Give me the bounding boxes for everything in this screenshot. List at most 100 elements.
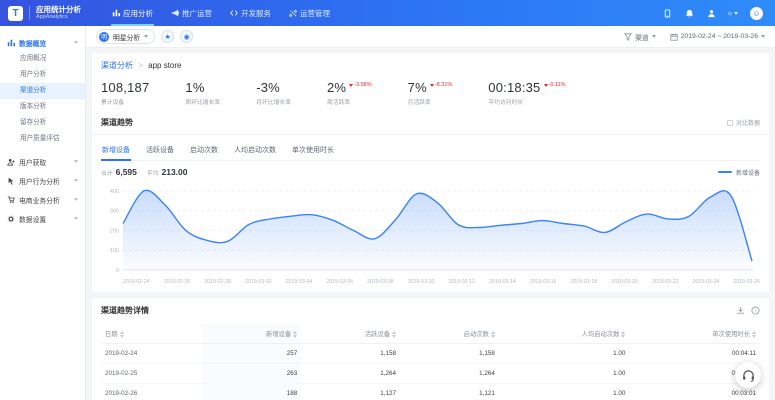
checkbox-icon <box>727 120 733 126</box>
compare-toggle[interactable]: ◉ <box>180 30 193 43</box>
x-axis-tick: 2019-03-18 <box>571 279 598 285</box>
trend-card: 渠道分析 > app store 108,187累计设备1%周环比增长率-3%月… <box>92 53 769 292</box>
trend-chart: 0100200300400 <box>101 181 756 273</box>
breadcrumb-parent[interactable]: 渠道分析 <box>101 61 133 70</box>
header-actions: ?☺ <box>662 7 763 20</box>
table-cell: 188 <box>202 384 301 400</box>
y-axis-tick: 400 <box>110 189 119 195</box>
column-header-人均启动次数[interactable]: 人均启动次数 <box>499 324 630 344</box>
nav-item-label: 推广运营 <box>182 8 212 19</box>
chevron-icon <box>74 41 78 44</box>
svg-text:?: ? <box>754 308 757 313</box>
tab-人均启动次数[interactable]: 人均启动次数 <box>233 142 277 160</box>
sidebar-item-渠道分析[interactable]: 渠道分析 <box>0 83 85 99</box>
triangle-down-icon <box>430 84 434 87</box>
sidebar-group-数据设置[interactable]: 数据设置 <box>0 210 85 227</box>
support-button[interactable] <box>735 362 761 388</box>
legend-label: 新增设备 <box>736 168 760 177</box>
table-cell: 263 <box>202 364 301 384</box>
channel-filter-label: 渠道 <box>635 32 649 42</box>
detail-card-head: 渠道趋势详情 ? <box>101 305 760 316</box>
metric-tabs: 新增设备活跃设备启动次数人均启动次数单次使用时长 <box>101 142 760 161</box>
tab-新增设备[interactable]: 新增设备 <box>101 142 131 160</box>
favorite-toggle[interactable]: ★ <box>161 30 174 43</box>
column-header-单次使用时长[interactable]: 单次使用时长 <box>629 324 760 344</box>
sidebar-group-label: 数据概览 <box>19 38 46 48</box>
gear-icon <box>7 215 15 223</box>
kpi-value: 2% <box>327 80 346 95</box>
mobile-icon-button[interactable] <box>662 8 672 18</box>
column-header-新增设备[interactable]: 新增设备 <box>202 324 301 344</box>
kpi-value-row: 108,187 <box>101 80 149 95</box>
x-axis-tick: 2019-03-10 <box>408 279 435 285</box>
y-axis-tick: 200 <box>110 228 119 234</box>
column-header-启动次数[interactable]: 启动次数 <box>400 324 499 344</box>
column-header-活跃设备[interactable]: 活跃设备 <box>301 324 400 344</box>
date-range-picker[interactable]: 2019-02-24 ~ 2019-03-26 <box>670 33 765 41</box>
kpi-label: 周环比增长率 <box>185 97 220 106</box>
sidebar-group-数据概览[interactable]: 数据概览 <box>0 34 85 51</box>
kpi-value-row: 7%-8.31% <box>408 80 453 95</box>
sidebar-item-用户分析[interactable]: 用户分析 <box>0 67 85 83</box>
detail-table-body: 2019-02-242571,1581,1581.0000:04:112019-… <box>101 344 760 400</box>
tab-活跃设备[interactable]: 活跃设备 <box>145 142 175 160</box>
sidebar-item-应用概况[interactable]: 应用概况 <box>0 51 85 67</box>
triangle-down-icon <box>349 84 353 87</box>
kpi-label: 周活跃率 <box>327 97 372 106</box>
megaphone-icon <box>171 9 179 17</box>
logo: T <box>8 6 23 21</box>
x-axis-tick: 2019-02-26 <box>164 279 191 285</box>
sidebar-group-电商业务分析[interactable]: 电商业务分析 <box>0 191 85 208</box>
sidebar-group-label: 数据设置 <box>19 214 46 224</box>
detail-card-actions: ? <box>736 306 760 315</box>
chevron-down-icon <box>761 35 765 38</box>
table-row: 2019-02-252631,2641,2641.0000:03:10 <box>101 364 760 384</box>
y-axis-tick: 0 <box>116 268 119 273</box>
bell-icon-button[interactable] <box>684 8 694 18</box>
avg-label: 平均 <box>147 168 159 177</box>
sidebar-group-用户获取[interactable]: 用户获取 <box>0 153 85 170</box>
nav-item-开发服务[interactable]: 开发服务 <box>221 0 280 26</box>
tab-启动次数[interactable]: 启动次数 <box>189 142 219 160</box>
chevron-down-icon <box>734 12 738 15</box>
chart-legend: 新增设备 <box>718 168 760 177</box>
tab-单次使用时长[interactable]: 单次使用时长 <box>291 142 335 160</box>
kpi-value: 1% <box>185 80 204 95</box>
funnel-icon <box>624 33 632 41</box>
sidebar-item-版本分析[interactable]: 版本分析 <box>0 99 85 115</box>
user-icon-button[interactable] <box>706 8 716 18</box>
table-cell: 1.00 <box>499 364 630 384</box>
kpi-row: 108,187累计设备1%周环比增长率-3%月环比增长率2%-3.58%周活跃率… <box>101 80 760 106</box>
nav-item-应用分析[interactable]: 应用分析 <box>103 0 162 26</box>
x-axis-tick: 2019-03-12 <box>449 279 476 285</box>
x-axis-tick: 2019-03-14 <box>489 279 516 285</box>
sidebar-group: 数据设置 <box>0 210 85 227</box>
help-icon-button[interactable]: ? <box>728 8 738 18</box>
nav-item-label: 运营管理 <box>300 8 330 19</box>
compare-checkbox[interactable]: 对比数据 <box>727 118 760 127</box>
sidebar-item-留存分析[interactable]: 留存分析 <box>0 115 85 131</box>
app-selector[interactable]: 明 明星分析 <box>96 29 155 44</box>
sidebar-group-用户行为分析[interactable]: 用户行为分析 <box>0 172 85 189</box>
sidebar-group-label: 用户获取 <box>19 157 46 167</box>
channel-filter[interactable]: 渠道 <box>624 32 656 42</box>
brand: 应用统计分析 AppAnalytics <box>29 6 81 20</box>
sidebar-item-用户质量评估[interactable]: 用户质量评估 <box>0 131 85 147</box>
date-range-value: 2019-02-24 ~ 2019-03-26 <box>681 33 758 40</box>
table-row: 2019-02-242571,1581,1581.0000:04:11 <box>101 344 760 364</box>
svg-text:?: ? <box>729 13 731 15</box>
bar-chart-icon <box>112 9 120 17</box>
download-icon[interactable] <box>736 306 745 315</box>
chevron-down-icon <box>652 35 656 38</box>
sort-icon <box>293 331 297 338</box>
nav-item-运营管理[interactable]: 运营管理 <box>280 0 339 26</box>
logo-letter: T <box>12 8 18 19</box>
nav-item-推广运营[interactable]: 推广运营 <box>162 0 221 26</box>
breadcrumb-current: app store <box>148 61 181 70</box>
table-cell: 1,158 <box>400 344 499 364</box>
avatar[interactable]: ☺ <box>750 7 763 20</box>
column-header-日期[interactable]: 日期 <box>101 324 202 344</box>
question-icon[interactable]: ? <box>751 306 760 315</box>
platform-toggles: ★◉ <box>155 30 193 43</box>
sidebar-group: 数据概览应用概况用户分析渠道分析版本分析留存分析用户质量评估 <box>0 34 85 147</box>
